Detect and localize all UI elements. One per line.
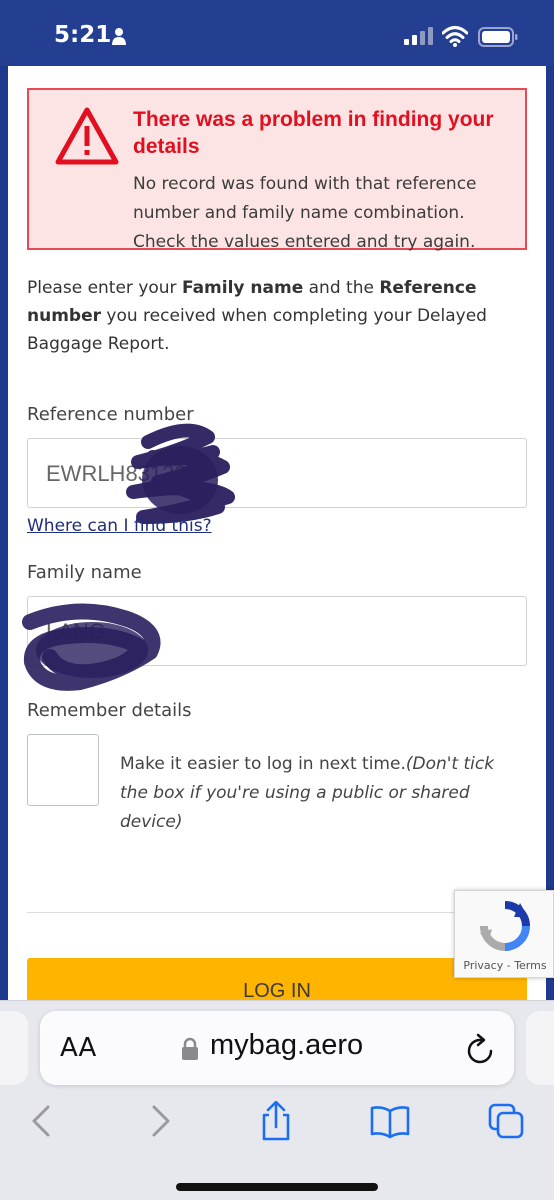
remember-text: Make it easier to log in next time. <box>120 754 406 774</box>
previous-tab-peek[interactable] <box>0 1011 28 1085</box>
forward-icon[interactable] <box>140 1101 180 1141</box>
recaptcha-icon <box>480 901 530 951</box>
home-indicator <box>176 1183 378 1191</box>
remember-details-description: Make it easier to log in next time.(Don'… <box>120 750 510 837</box>
recaptcha-badge[interactable]: Privacy - Terms <box>454 890 554 978</box>
address-bar[interactable]: AA mybag.aero <box>40 1011 514 1085</box>
intro-part: Please enter your <box>27 278 182 298</box>
family-name-label: Family name <box>27 562 142 583</box>
person-icon <box>112 28 126 45</box>
browser-toolbar: AA mybag.aero <box>0 1000 554 1200</box>
log-in-button[interactable]: LOG IN <box>27 958 527 1000</box>
reload-icon[interactable] <box>466 1033 496 1065</box>
where-can-i-find-this-link[interactable]: Where can I find this? <box>27 516 212 536</box>
status-time: 5:21 <box>54 22 112 48</box>
reference-number-label: Reference number <box>27 404 194 425</box>
family-name-input[interactable]: LANG <box>27 596 527 666</box>
battery-icon <box>478 27 518 47</box>
recaptcha-privacy-link[interactable]: Privacy <box>463 959 503 972</box>
error-message: No record was found with that reference … <box>133 174 477 252</box>
url-text: mybag.aero <box>210 1029 364 1061</box>
next-tab-peek[interactable] <box>526 1011 554 1085</box>
lock-icon <box>182 1037 198 1060</box>
reader-aa-button[interactable]: AA <box>60 1033 96 1063</box>
status-bar: 5:21 <box>0 0 554 66</box>
back-icon[interactable] <box>22 1101 62 1141</box>
share-icon[interactable] <box>256 1101 296 1141</box>
recaptcha-separator: - <box>503 959 515 972</box>
divider <box>27 912 527 913</box>
remember-details-checkbox[interactable] <box>27 734 99 806</box>
intro-family-bold: Family name <box>181 278 304 298</box>
error-alert: There was a problem in finding your deta… <box>27 88 527 252</box>
intro-part: and the <box>303 278 380 298</box>
bookmarks-icon[interactable] <box>370 1101 410 1141</box>
warning-icon <box>55 107 119 165</box>
recaptcha-links: Privacy - Terms <box>455 959 554 972</box>
cellular-signal-icon <box>404 27 433 45</box>
recaptcha-terms-link[interactable]: Terms <box>514 959 546 972</box>
page-content: There was a problem in finding your deta… <box>8 66 546 1000</box>
error-title: There was a problem in finding your deta… <box>133 108 494 158</box>
intro-text: Please enter your Family name and the Re… <box>27 274 497 358</box>
reference-number-input[interactable]: EWRLH83133 <box>27 438 527 508</box>
tabs-icon[interactable] <box>486 1101 526 1141</box>
wifi-icon <box>442 26 468 47</box>
remember-details-label: Remember details <box>27 700 192 721</box>
